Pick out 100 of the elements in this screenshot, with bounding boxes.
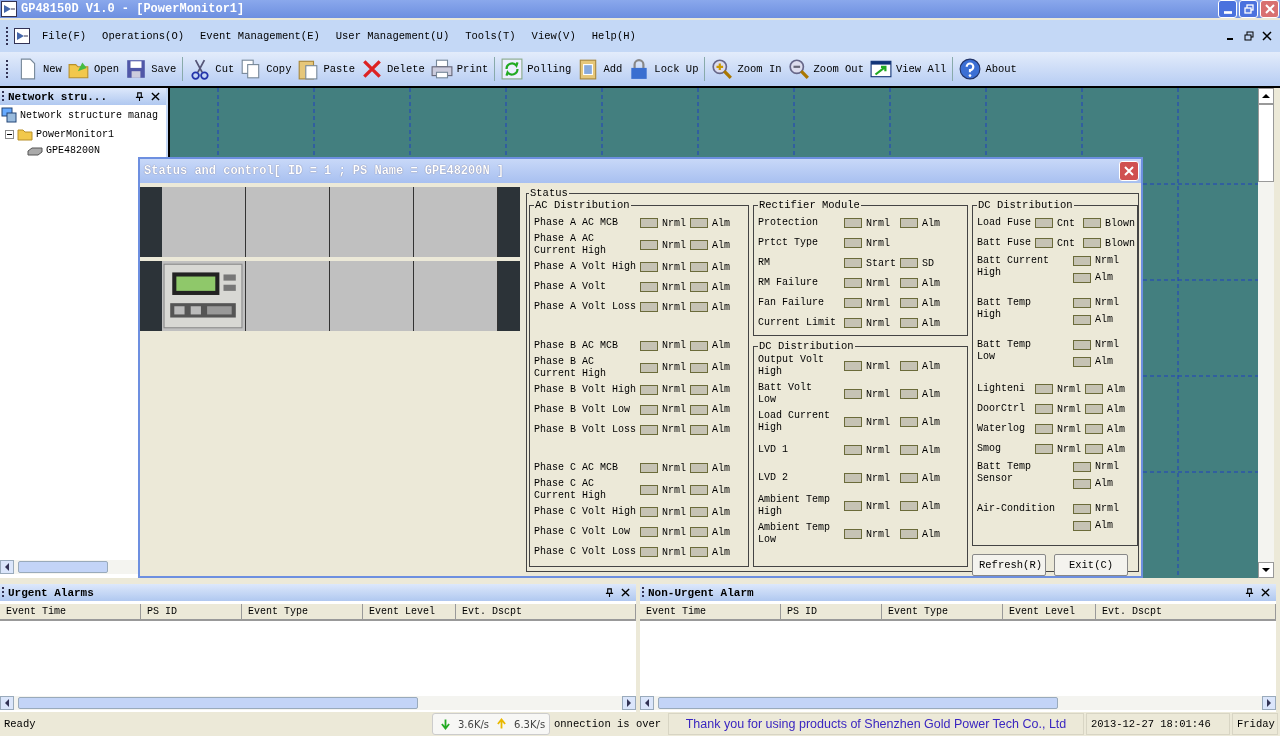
indicator-label: Alm: [712, 301, 732, 313]
status-label: Output Volt High: [758, 354, 825, 378]
close-button[interactable]: [1119, 161, 1139, 181]
close-icon[interactable]: [151, 92, 160, 101]
vertical-scrollbar[interactable]: [1258, 88, 1274, 578]
toolbar-button[interactable]: Cut: [186, 55, 238, 83]
indicator-light: [844, 238, 862, 248]
horizontal-scrollbar[interactable]: [0, 696, 636, 710]
status-label: Phase C AC Current High: [534, 478, 607, 502]
restore-icon[interactable]: [1244, 31, 1254, 41]
column-header[interactable]: PS ID: [781, 604, 882, 619]
indicator-label: Nrml: [1057, 403, 1081, 415]
column-header[interactable]: Evt. Dscpt: [1096, 604, 1276, 619]
status-label: Lighteni: [977, 383, 1026, 395]
indicator-light: [690, 527, 708, 537]
toolbar-button[interactable]: Lock Up: [625, 55, 702, 83]
status-label: Air-Condition: [977, 503, 1056, 515]
status-label: Phase C Volt High: [534, 506, 638, 518]
column-header[interactable]: Event Time: [640, 604, 781, 619]
column-header[interactable]: PS ID: [141, 604, 242, 619]
close-button[interactable]: [1260, 0, 1279, 18]
app-icon[interactable]: [14, 28, 30, 44]
indicator-label: Alm: [712, 239, 732, 251]
status-label: Fan Failure: [758, 297, 825, 309]
column-header[interactable]: Event Level: [363, 604, 456, 619]
dialog-button[interactable]: Refresh(R): [972, 554, 1046, 576]
close-icon[interactable]: [1261, 588, 1270, 597]
menu-item[interactable]: User Management(U): [327, 30, 458, 42]
indicator-label: Alm: [922, 416, 941, 428]
indicator-label: Nrml: [662, 239, 686, 251]
tree-item[interactable]: Network structure manag: [1, 107, 159, 123]
toolbar-button[interactable]: Zoom Out: [784, 55, 867, 83]
indicator-light: [1073, 503, 1091, 514]
status-label: LVD 1: [758, 444, 789, 456]
toolbar-button[interactable]: About: [956, 55, 1020, 83]
indicator-label: Nrml: [662, 424, 686, 435]
menu-item[interactable]: Event Management(E): [192, 30, 328, 42]
indicator-label: Alm: [922, 500, 941, 512]
indicator-label: Nrml: [1095, 297, 1120, 308]
indicator-light: [1083, 218, 1101, 228]
indicator-label: Nrml: [662, 384, 686, 395]
indicator-light: [690, 282, 708, 292]
indicator-light: [844, 389, 862, 399]
status-label: Batt Fuse: [977, 237, 1032, 249]
menu-item[interactable]: Tools(T): [457, 30, 524, 42]
toolbar-button[interactable]: New: [14, 55, 65, 83]
indicator-light: [844, 258, 862, 268]
indicator-label: Alm: [712, 484, 732, 496]
column-header[interactable]: Evt. Dscpt: [456, 604, 636, 619]
column-header[interactable]: Event Level: [1003, 604, 1096, 619]
minimize-button[interactable]: [1218, 0, 1237, 18]
toolbar-button[interactable]: View All: [866, 55, 950, 83]
toolbar-button[interactable]: Print: [427, 55, 492, 83]
close-icon[interactable]: [621, 588, 630, 597]
column-header[interactable]: Event Type: [882, 604, 1003, 619]
indicator-label: Alm: [712, 546, 732, 558]
horizontal-scrollbar[interactable]: [640, 696, 1276, 710]
status-message: Thank you for using products of Shenzhen Gold Power Tech Co., Ltd: [668, 713, 1084, 735]
window-icon: [869, 58, 892, 80]
toolbar-button[interactable]: Polling: [498, 55, 575, 83]
group-title: DC Distribution: [977, 199, 1074, 211]
menu-item[interactable]: Help(H): [583, 30, 644, 42]
restore-button[interactable]: [1239, 0, 1258, 18]
indicator-light: [1085, 404, 1103, 414]
tree-item[interactable]: GPE48200N: [27, 142, 100, 158]
indicator-label: Nrml: [866, 444, 891, 456]
indicator-light: [1035, 384, 1053, 394]
toolbar-button[interactable]: Open: [64, 55, 123, 83]
dialog-button[interactable]: Exit(C): [1054, 554, 1128, 576]
tree-item[interactable]: PowerMonitor1: [17, 126, 114, 142]
upload-arrow-icon: [497, 718, 507, 730]
column-header[interactable]: Event Type: [242, 604, 363, 619]
toolbar-button[interactable]: Add: [574, 55, 626, 83]
toolbar-button[interactable]: Zoom In: [708, 55, 785, 83]
indicator-label: Nrml: [1095, 503, 1120, 514]
indicator-light: [1035, 404, 1053, 414]
indicator-label: Alm: [922, 444, 941, 456]
pin-icon[interactable]: [135, 92, 144, 101]
indicator-light: [900, 389, 918, 399]
indicator-light: [900, 218, 918, 228]
menu-item[interactable]: File(F): [34, 30, 95, 42]
toolbar-button[interactable]: Paste: [294, 55, 358, 83]
pin-icon[interactable]: [1245, 588, 1254, 597]
restore-icon: [1243, 4, 1254, 14]
toolbar-button[interactable]: Save: [122, 55, 180, 83]
rack-end-cap: [140, 261, 162, 331]
status-label: LVD 2: [758, 472, 789, 484]
indicator-label: Alm: [922, 360, 941, 372]
close-icon[interactable]: [1262, 31, 1272, 41]
toolbar-button[interactable]: Copy: [237, 55, 295, 83]
clipboard-icon: [297, 58, 320, 80]
indicator-light: [1073, 356, 1091, 367]
collapse-icon[interactable]: [5, 129, 14, 139]
pin-icon[interactable]: [605, 588, 614, 597]
menu-item[interactable]: View(V): [523, 30, 584, 42]
status-text: Ready: [3, 718, 37, 730]
column-header[interactable]: Event Time: [0, 604, 141, 619]
indicator-light: [900, 298, 918, 308]
menu-item[interactable]: Operations(O): [94, 30, 193, 42]
toolbar-button[interactable]: Delete: [358, 55, 428, 83]
